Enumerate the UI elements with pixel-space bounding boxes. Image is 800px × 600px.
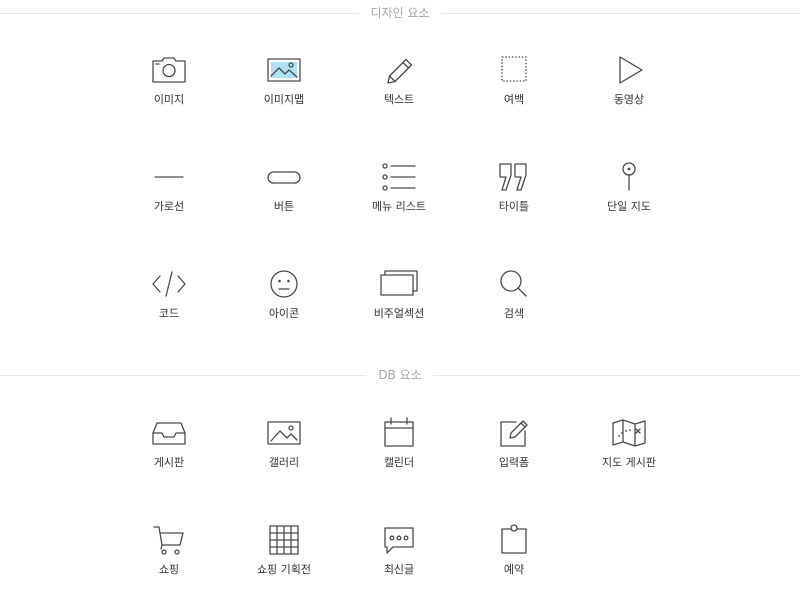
gallery-icon <box>264 413 304 453</box>
button-icon <box>264 157 304 197</box>
dotted-square-icon <box>494 50 534 90</box>
inbox-tray-icon <box>149 413 189 453</box>
element-label: 버튼 <box>273 200 295 213</box>
list-icon <box>379 157 419 197</box>
element-label: 이미지맵 <box>263 93 305 106</box>
map-pin-icon <box>609 157 649 197</box>
edit-form-icon <box>494 413 534 453</box>
element-label: 메뉴 리스트 <box>371 200 427 213</box>
element-tile-map-board[interactable]: 지도 게시판 <box>574 413 684 493</box>
element-label: 지도 게시판 <box>601 456 657 469</box>
element-tile-button[interactable]: 버튼 <box>229 157 339 237</box>
play-icon <box>609 50 649 90</box>
chat-bubble-icon <box>379 520 419 560</box>
element-label: 쇼핑 기획전 <box>256 563 312 576</box>
camera-icon <box>149 50 189 90</box>
calendar-icon <box>379 413 419 453</box>
quote-icon <box>494 157 534 197</box>
element-tile-board[interactable]: 게시판 <box>114 413 224 493</box>
face-icon <box>264 264 304 304</box>
element-tile-video[interactable]: 동영상 <box>574 50 684 130</box>
element-tile-recent-posts[interactable]: 최신글 <box>344 520 454 600</box>
element-tile-calendar[interactable]: 캘린더 <box>344 413 454 493</box>
element-label: 가로선 <box>153 200 185 213</box>
element-tile-menu-list[interactable]: 메뉴 리스트 <box>344 157 454 237</box>
stacked-frames-icon <box>379 264 419 304</box>
element-tile-image-map[interactable]: 이미지맵 <box>229 50 339 130</box>
element-tile-text[interactable]: 텍스트 <box>344 50 454 130</box>
code-icon <box>149 264 189 304</box>
cart-icon <box>149 520 189 560</box>
element-tile-horizontal-line[interactable]: 가로선 <box>114 157 224 237</box>
image-map-icon <box>264 50 304 90</box>
element-tile-reservation[interactable]: 예약 <box>459 520 569 600</box>
design-section-header: 디자인 요소 <box>0 3 800 23</box>
element-label: 게시판 <box>153 456 185 469</box>
element-label: 최신글 <box>383 563 415 576</box>
search-icon <box>494 264 534 304</box>
clipboard-icon <box>494 520 534 560</box>
element-label: 입력폼 <box>498 456 530 469</box>
element-tile-title[interactable]: 타이틀 <box>459 157 569 237</box>
element-tile-shopping-exhibition[interactable]: 쇼핑 기획전 <box>229 520 339 600</box>
element-label: 검색 <box>503 307 525 320</box>
element-label: 동영상 <box>613 93 645 106</box>
element-label: 갤러리 <box>268 456 300 469</box>
element-tile-single-map[interactable]: 단일 지도 <box>574 157 684 237</box>
element-label: 단일 지도 <box>607 200 651 213</box>
element-label: 텍스트 <box>383 93 415 106</box>
db-section-title: DB 요소 <box>366 367 434 383</box>
element-tile-visual-section[interactable]: 비주얼섹션 <box>344 264 454 344</box>
element-label: 이미지 <box>153 93 185 106</box>
element-tile-input-form[interactable]: 입력폼 <box>459 413 569 493</box>
element-tile-search[interactable]: 검색 <box>459 264 569 344</box>
element-label: 타이틀 <box>498 200 530 213</box>
grid-icon <box>264 520 304 560</box>
element-tile-spacing[interactable]: 여백 <box>459 50 569 130</box>
horizontal-line-icon <box>149 157 189 197</box>
element-tile-shopping[interactable]: 쇼핑 <box>114 520 224 600</box>
element-tile-image[interactable]: 이미지 <box>114 50 224 130</box>
element-label: 캘린더 <box>383 456 415 469</box>
element-label: 예약 <box>503 563 525 576</box>
pencil-icon <box>379 50 419 90</box>
element-tile-code[interactable]: 코드 <box>114 264 224 344</box>
folded-map-icon <box>609 413 649 453</box>
design-section-title: 디자인 요소 <box>358 5 442 21</box>
element-label: 쇼핑 <box>158 563 180 576</box>
element-label: 코드 <box>158 307 180 320</box>
element-label: 아이콘 <box>268 307 300 320</box>
element-tile-icon[interactable]: 아이콘 <box>229 264 339 344</box>
element-label: 여백 <box>503 93 525 106</box>
element-tile-gallery[interactable]: 갤러리 <box>229 413 339 493</box>
element-label: 비주얼섹션 <box>373 307 425 320</box>
db-section-header: DB 요소 <box>0 365 800 385</box>
